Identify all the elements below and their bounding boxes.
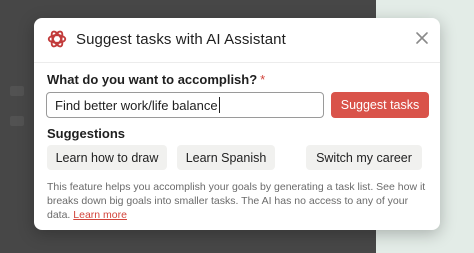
close-icon[interactable] [414, 30, 430, 46]
background-item [10, 86, 24, 96]
goal-question-label: What do you want to accomplish? * [47, 72, 265, 87]
text-cursor [218, 97, 220, 113]
goal-question-text: What do you want to accomplish? [47, 72, 258, 87]
disclaimer-note: This feature helps you accomplish your g… [47, 180, 432, 222]
dialog-title: Suggest tasks with AI Assistant [76, 30, 286, 48]
suggest-tasks-dialog: Suggest tasks with AI Assistant What do … [34, 18, 440, 230]
suggestion-chip-draw[interactable]: Learn how to draw [47, 145, 167, 170]
suggestion-chip-spanish[interactable]: Learn Spanish [177, 145, 275, 170]
learn-more-link[interactable]: Learn more [73, 209, 127, 221]
goal-input[interactable] [46, 92, 324, 118]
suggest-tasks-button[interactable]: Suggest tasks [331, 92, 429, 118]
ai-assistant-logo-icon [46, 28, 68, 50]
background-item [10, 116, 24, 126]
suggestions-heading: Suggestions [47, 126, 126, 141]
header-divider [34, 62, 440, 63]
required-marker: * [260, 72, 266, 87]
suggestion-chip-career[interactable]: Switch my career [306, 145, 422, 170]
dialog-header: Suggest tasks with AI Assistant [46, 28, 286, 50]
